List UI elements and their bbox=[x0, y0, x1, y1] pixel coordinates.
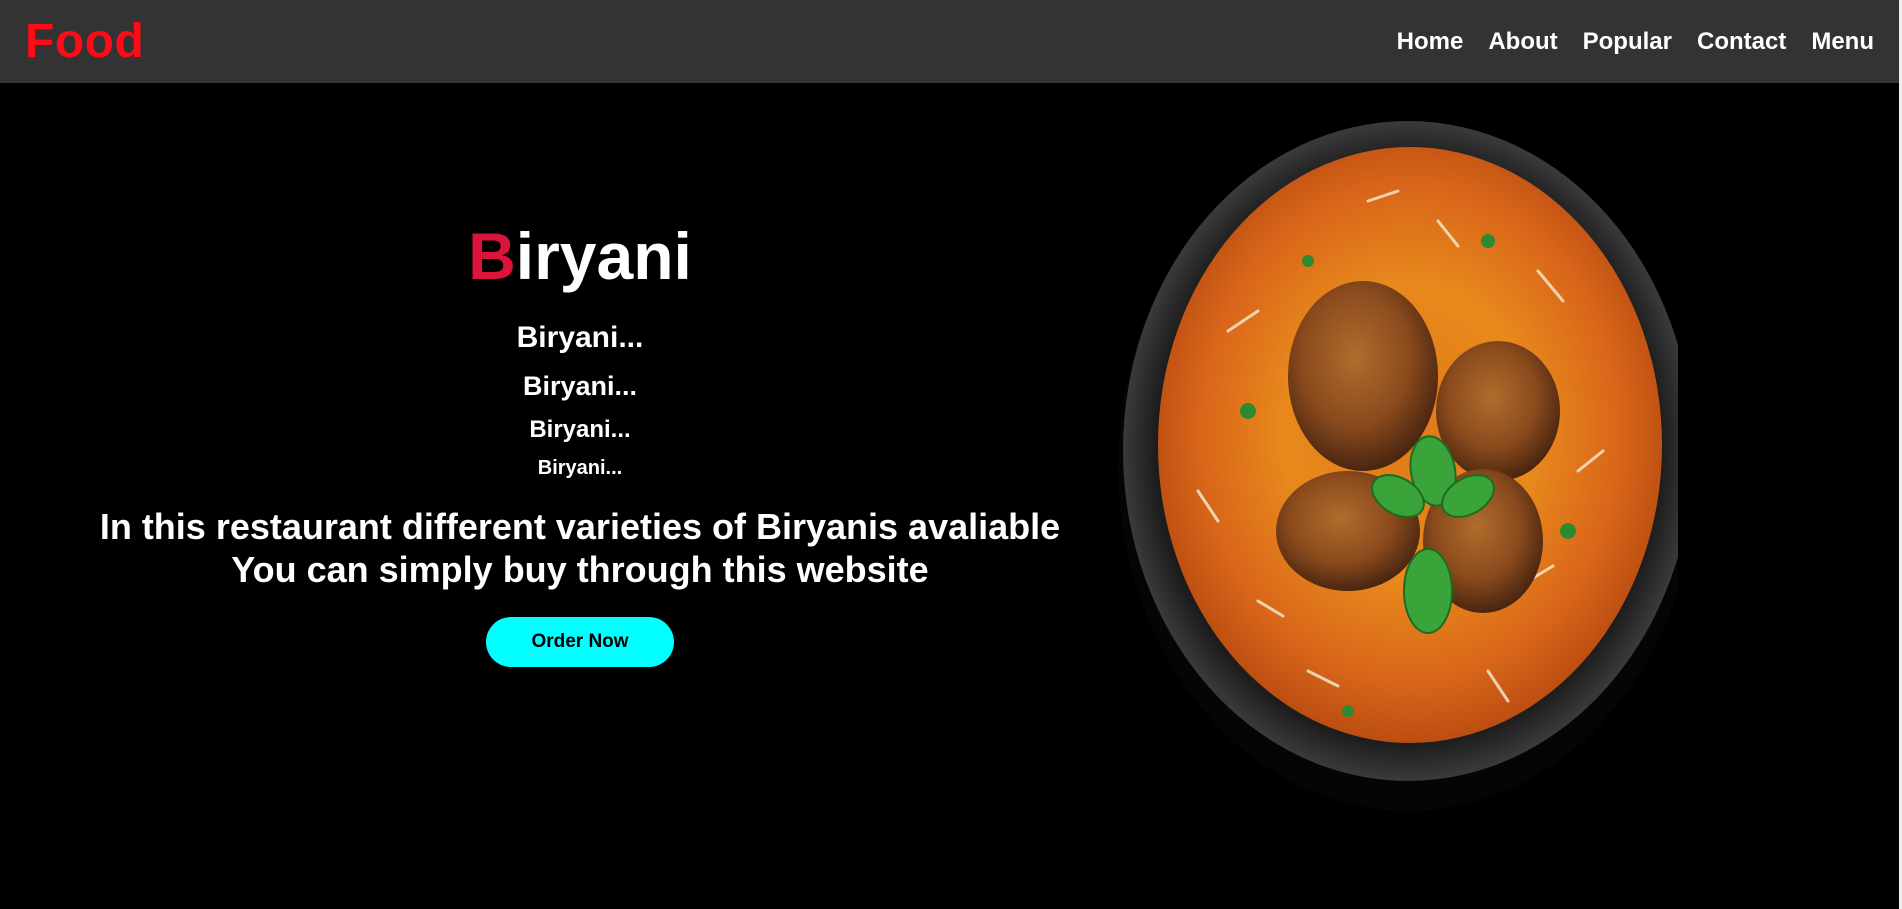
nav-link-popular[interactable]: Popular bbox=[1583, 28, 1672, 56]
biryani-dish-image bbox=[1118, 121, 1678, 811]
hero-description: In this restaurant different varieties o… bbox=[0, 505, 1160, 591]
nav-link-home[interactable]: Home bbox=[1397, 28, 1464, 56]
hero-subtitle-1: Biryani... bbox=[516, 321, 644, 354]
hero-title-accent-letter: B bbox=[468, 219, 516, 293]
hero-section: Biryani Biryani... Biryani... Biryani...… bbox=[0, 83, 1899, 909]
nav-link-menu[interactable]: Menu bbox=[1811, 28, 1874, 56]
logo[interactable]: Food bbox=[25, 14, 144, 69]
order-now-button[interactable]: Order Now bbox=[486, 617, 674, 667]
hero-title-rest: iryani bbox=[515, 219, 692, 293]
nav-link-about[interactable]: About bbox=[1488, 28, 1557, 56]
hero-description-line-1: In this restaurant different varieties o… bbox=[99, 506, 1061, 547]
hero-subtitle-2: Biryani... bbox=[522, 371, 638, 401]
hero-subtitle-3: Biryani... bbox=[529, 416, 631, 443]
navbar: Food Home About Popular Contact Menu bbox=[0, 0, 1899, 83]
hero-title: Biryani bbox=[0, 223, 1160, 289]
hero-subtitle-4: Biryani... bbox=[537, 457, 623, 479]
hero-description-line-2: You can simply buy through this website bbox=[231, 549, 929, 590]
nav-link-contact[interactable]: Contact bbox=[1697, 28, 1786, 56]
nav-links: Home About Popular Contact Menu bbox=[1397, 28, 1874, 56]
